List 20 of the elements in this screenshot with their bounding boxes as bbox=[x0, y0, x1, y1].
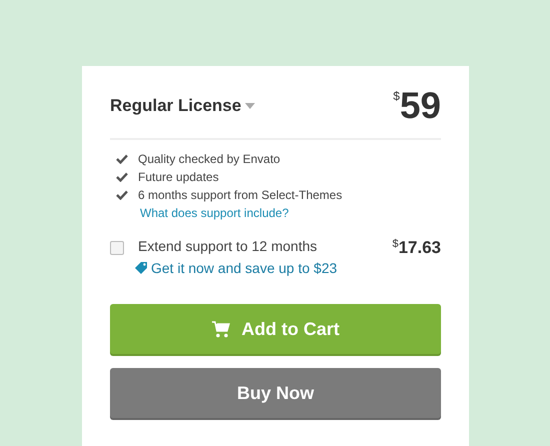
extend-checkbox[interactable] bbox=[110, 241, 124, 255]
caret-icon[interactable] bbox=[245, 103, 256, 109]
cart-icon bbox=[212, 320, 230, 338]
extend-label: Extend support to 12 months bbox=[138, 238, 318, 254]
check-icon bbox=[116, 154, 128, 164]
feature-text: Future updates bbox=[138, 170, 219, 184]
check-icon bbox=[116, 190, 128, 200]
buy-now-button[interactable]: Buy Now bbox=[110, 368, 441, 418]
feature-text: 6 months support from Select-Themes bbox=[138, 188, 342, 202]
license-price: 59 bbox=[400, 86, 441, 126]
feature-text: Quality checked by Envato bbox=[138, 152, 280, 166]
offer-link[interactable]: Get it now and save up to $23 bbox=[134, 260, 338, 276]
add-to-cart-button[interactable]: Add to Cart bbox=[110, 304, 441, 354]
extend-price: 17.63 bbox=[398, 238, 441, 258]
check-icon bbox=[116, 172, 128, 182]
license-title: Regular License bbox=[110, 96, 242, 116]
support-link[interactable]: What does support include? bbox=[140, 206, 441, 220]
currency-symbol: $ bbox=[392, 238, 398, 250]
tag-icon bbox=[134, 261, 148, 275]
currency-symbol: $ bbox=[393, 89, 400, 103]
